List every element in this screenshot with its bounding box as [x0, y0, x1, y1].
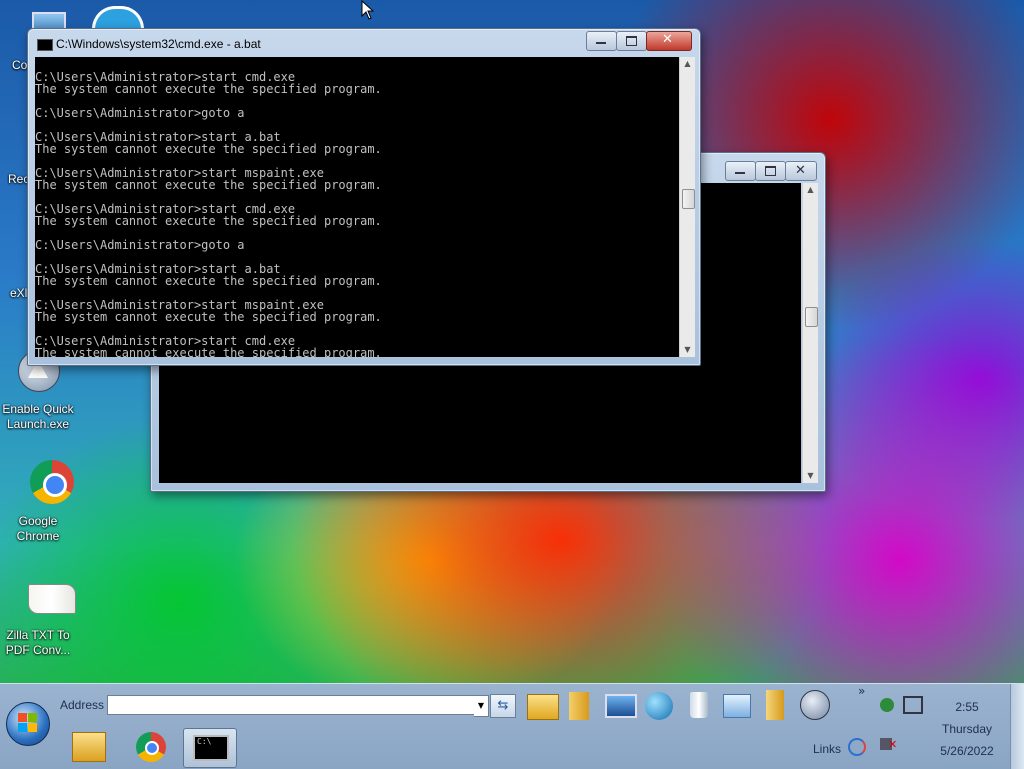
network-icon[interactable] [641, 688, 675, 722]
cmd-icon: C:\ [193, 735, 229, 761]
console-line: The system cannot execute the specified … [35, 310, 382, 324]
minimize-icon [735, 172, 745, 174]
desktop-icon-label: Co [12, 58, 28, 72]
close-button[interactable]: ✕ [785, 161, 817, 181]
cmd-icon [37, 39, 53, 51]
console-output[interactable]: C:\Users\Administrator>start cmd.exe The … [35, 57, 679, 357]
desktop-icon-label: Enable Quick Launch.exe [2, 402, 74, 431]
user-folder-icon[interactable] [563, 688, 597, 722]
scroll-up-icon[interactable]: ▲ [680, 57, 695, 71]
book-icon [14, 578, 76, 626]
address-label: Address [60, 698, 105, 712]
network-tray-icon[interactable] [903, 696, 923, 714]
cmd-window-front[interactable]: C:\Windows\system32\cmd.exe - a.bat ✕ C:… [27, 28, 701, 366]
window-title: C:\Windows\system32\cmd.exe - a.bat [56, 37, 261, 51]
desktop: Co Rec eXl Enable Quick Launch.exe Googl… [0, 0, 1024, 683]
maximize-icon [765, 166, 776, 176]
chrome-icon [14, 460, 74, 508]
console-line: The system cannot execute the specified … [35, 346, 382, 357]
clock-day: Thursday [941, 722, 993, 736]
clock-date: 5/26/2022 [940, 744, 994, 758]
desktop-icon-label: Zilla TXT To PDF Conv... [5, 628, 71, 657]
minimize-button[interactable] [586, 31, 617, 51]
quick-launch-icon[interactable] [798, 688, 832, 722]
computer-icon[interactable] [603, 688, 637, 722]
maximize-icon [626, 36, 637, 46]
desktop-icon-zilla[interactable]: Zilla TXT To PDF Conv... [0, 578, 76, 658]
taskbar-cmd-button[interactable]: C:\ [183, 728, 237, 768]
vertical-scrollbar[interactable]: ▲ ▼ [679, 57, 695, 357]
desktop-icon-label: Google Chrome [16, 514, 60, 543]
close-icon: ✕ [795, 163, 806, 178]
address-input[interactable] [107, 695, 487, 715]
scrollbar-thumb[interactable] [805, 307, 818, 327]
scroll-down-icon[interactable]: ▼ [680, 343, 695, 357]
start-button[interactable] [6, 702, 50, 746]
links-label[interactable]: Links [813, 742, 841, 756]
desktop-icon-chrome[interactable]: Google Chrome [0, 460, 76, 544]
window-titlebar[interactable]: C:\Windows\system32\cmd.exe - a.bat ✕ [28, 29, 700, 57]
volume-muted-icon[interactable]: ✕ [880, 738, 897, 751]
minimize-button[interactable] [725, 161, 756, 181]
clock-time: 2:55 [955, 700, 979, 714]
clock[interactable]: 2:55 Thursday 5/26/2022 [930, 696, 1004, 762]
toolbar-chevron[interactable]: » [858, 684, 865, 698]
close-icon: ✕ [662, 32, 673, 47]
mouse-cursor-icon [361, 0, 375, 20]
console-line: The system cannot execute the specified … [35, 274, 382, 288]
console-line: The system cannot execute the specified … [35, 178, 382, 192]
recycle-bin-icon[interactable] [682, 688, 716, 722]
console-line: C:\Users\Administrator>goto a [35, 238, 245, 252]
go-arrows-icon: ⇆ [497, 698, 509, 713]
desktop-icon-label: eXl [10, 286, 28, 300]
scroll-up-icon[interactable]: ▲ [803, 183, 818, 197]
console-line: The system cannot execute the specified … [35, 214, 382, 228]
scroll-down-icon[interactable]: ▼ [803, 469, 818, 483]
scrollbar-thumb[interactable] [682, 189, 695, 209]
maximize-button[interactable] [616, 31, 647, 51]
windows-logo-icon [18, 713, 27, 722]
go-button[interactable]: ⇆ [490, 694, 516, 718]
explorer-icon[interactable] [72, 730, 106, 764]
control-panel-icon[interactable] [719, 688, 753, 722]
address-dropdown-icon[interactable]: ▼ [474, 695, 489, 717]
console-line: The system cannot execute the specified … [35, 82, 382, 96]
minimize-icon [596, 42, 606, 44]
folder-icon[interactable] [758, 688, 792, 722]
maximize-button[interactable] [755, 161, 786, 181]
chrome-icon[interactable] [134, 730, 168, 764]
refresh-icon[interactable] [848, 738, 866, 756]
taskbar: Address ▼ ⇆ » C:\ Links ✕ 2:55 Thursday … [0, 683, 1024, 769]
console-line: C:\Users\Administrator>goto a [35, 106, 245, 120]
folder-icon[interactable] [525, 688, 559, 722]
console-line: The system cannot execute the specified … [35, 142, 382, 156]
show-desktop-button[interactable] [1010, 684, 1024, 769]
vertical-scrollbar[interactable]: ▲ ▼ [802, 183, 818, 483]
security-shield-icon[interactable] [880, 698, 894, 712]
close-button[interactable]: ✕ [646, 31, 692, 51]
